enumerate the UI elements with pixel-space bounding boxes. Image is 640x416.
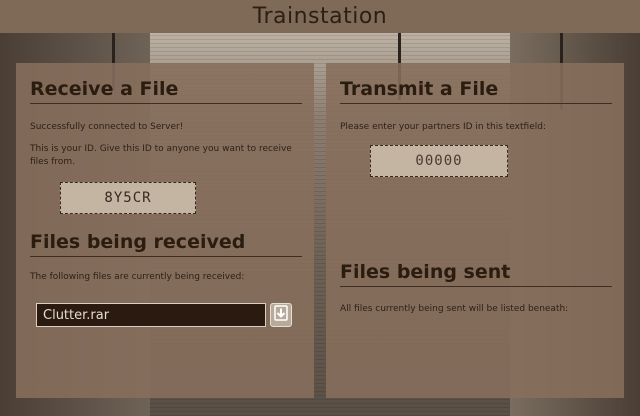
title-bar: Trainstation (0, 0, 640, 33)
transmit-panel: Transmit a File Please enter your partne… (326, 63, 624, 398)
partner-id-hint: Please enter your partners ID in this te… (340, 122, 546, 132)
connection-status: Successfully connected to Server! (30, 122, 184, 132)
sending-heading: Files being sent (340, 260, 612, 287)
receiving-hint: The following files are currently being … (30, 272, 245, 282)
app-title: Trainstation (252, 4, 388, 29)
receive-heading: Receive a File (30, 77, 302, 104)
partner-id-input[interactable]: 00000 (370, 145, 508, 177)
id-hint: This is your ID. Give this ID to anyone … (30, 144, 292, 167)
sending-hint: All files currently being sent will be l… (340, 304, 569, 314)
receive-panel: Receive a File Successfully connected to… (16, 63, 314, 398)
file-name: Clutter.rar (43, 307, 110, 323)
my-id-display: 8Y5CR (60, 182, 196, 214)
download-icon (274, 305, 288, 325)
received-file-item[interactable]: Clutter.rar (36, 303, 266, 327)
transmit-heading: Transmit a File (340, 77, 612, 104)
receiving-heading: Files being received (30, 230, 302, 257)
download-button[interactable] (270, 303, 292, 327)
